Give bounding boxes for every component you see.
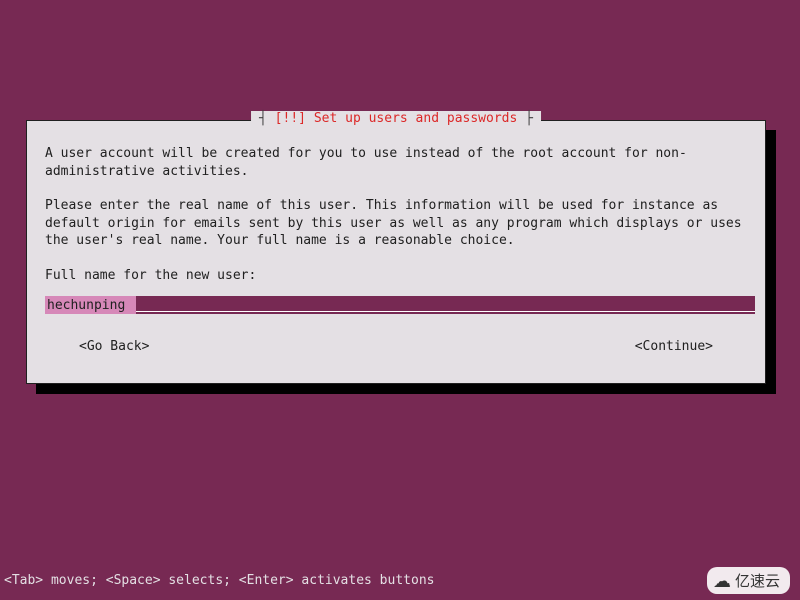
- watermark-text: 亿速云: [735, 570, 780, 591]
- cloud-icon: ☁: [713, 572, 731, 590]
- help-bar: <Tab> moves; <Space> selects; <Enter> ac…: [4, 573, 434, 588]
- dialog-buttons: <Go Back> <Continue>: [45, 338, 747, 356]
- input-caret: [127, 296, 136, 314]
- title-border-right: ├: [517, 111, 533, 126]
- fullname-input-value: hechunping: [45, 296, 127, 314]
- fullname-input[interactable]: hechunping: [45, 296, 755, 314]
- intro-paragraph-2: Please enter the real name of this user.…: [45, 197, 747, 250]
- intro-paragraph-1: A user account will be created for you t…: [45, 145, 747, 180]
- fullname-prompt: Full name for the new user:: [45, 267, 747, 285]
- watermark: ☁ 亿速云: [707, 567, 790, 594]
- dialog-content: A user account will be created for you t…: [27, 121, 765, 372]
- dialog-title: [!!] Set up users and passwords: [275, 111, 518, 126]
- title-border-left: ┤: [259, 111, 275, 126]
- setup-users-dialog: ┤ [!!] Set up users and passwords ├ A us…: [26, 120, 766, 384]
- go-back-button[interactable]: <Go Back>: [79, 338, 149, 356]
- input-underline: [136, 296, 755, 312]
- dialog-title-wrap: ┤ [!!] Set up users and passwords ├: [251, 111, 541, 126]
- continue-button[interactable]: <Continue>: [635, 338, 713, 356]
